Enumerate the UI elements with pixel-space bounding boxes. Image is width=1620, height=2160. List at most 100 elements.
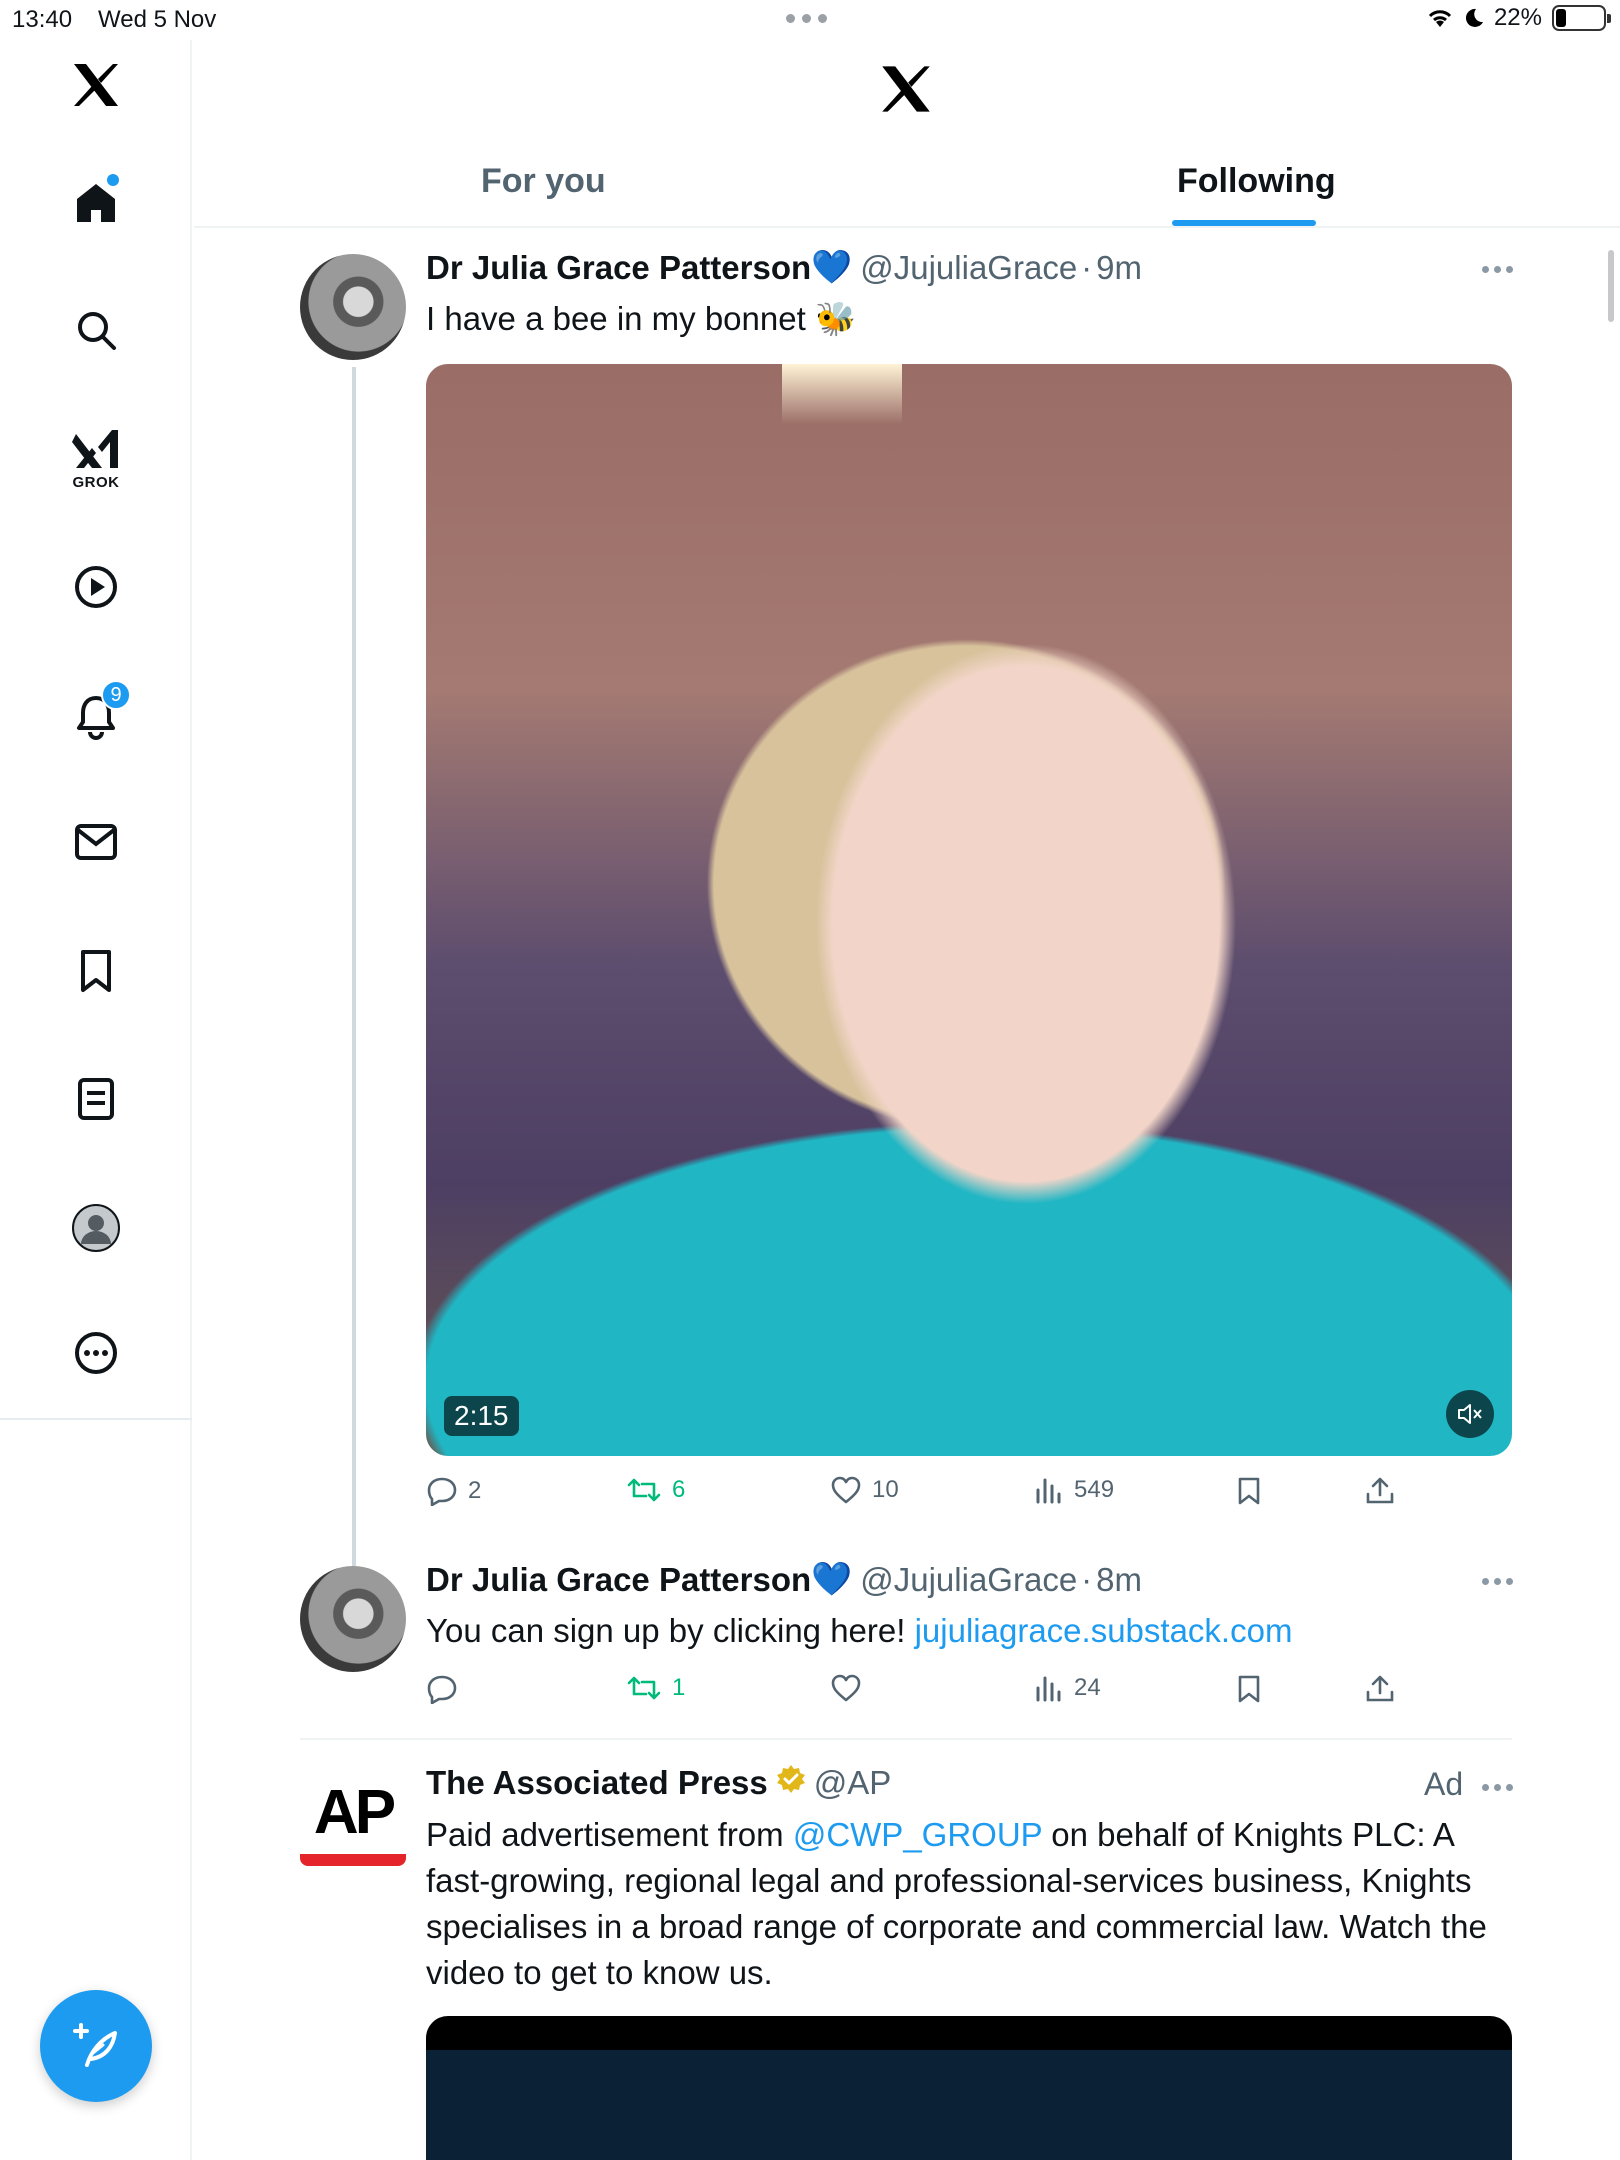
speaker-muted-icon [1458,1404,1482,1424]
analytics-icon [1036,1478,1061,1504]
views-button[interactable]: 549 [1034,1476,1114,1504]
ap-logo-text: AP [313,1778,396,1847]
tweet-text: You can sign up by clicking here! jujuli… [426,1608,1292,1654]
sidebar-item-search[interactable] [0,308,192,352]
tweet-more-icon[interactable] [1482,1578,1513,1585]
share-icon [1366,1477,1394,1504]
sidebar-item-grok[interactable]: GROK [0,428,192,491]
analytics-icon [1036,1676,1061,1702]
bookmark-icon [81,950,111,992]
sidebar-item-logo[interactable] [0,62,192,108]
scrollbar[interactable] [1608,250,1614,322]
tab-following[interactable]: Following [1177,162,1336,201]
tweet-video[interactable]: 2:15 [426,364,1512,1456]
author-handle[interactable]: @JujuliaGrace [860,249,1077,287]
tweet-text: Paid advertisement from @CWP_GROUP on be… [426,1812,1516,1996]
tweet-time[interactable]: 8m [1096,1561,1142,1599]
repost-count: 6 [672,1476,686,1503]
lists-icon [78,1078,114,1120]
x-logo-icon [74,64,118,106]
status-time: 13:40 [12,6,73,33]
dot-separator: · [1081,248,1093,286]
sidebar-item-videos[interactable] [0,564,192,610]
tweet-header: Dr Julia Grace Patterson 💙 @JujuliaGrace… [426,1560,1142,1599]
gold-verified-badge-icon [776,1764,806,1802]
substack-link[interactable]: jujuliagrace.substack.com [915,1612,1293,1649]
heart-icon [831,1476,861,1504]
search-icon [78,312,116,350]
thread-connector [352,367,356,1567]
sidebar-item-home[interactable] [0,174,192,226]
author-name[interactable]: Dr Julia Grace Patterson [426,1561,811,1599]
share-button[interactable] [1364,1674,1396,1704]
repost-button[interactable]: 1 [626,1674,685,1702]
bookmark-button[interactable] [1236,1476,1262,1506]
bee-emoji: 🐝 [814,300,857,337]
grok-label: GROK [72,474,120,491]
views-button[interactable]: 24 [1034,1674,1101,1702]
active-tab-indicator [1172,220,1316,226]
reply-count: 2 [468,1477,482,1504]
moon-icon [1465,8,1483,27]
compose-button[interactable] [40,1990,152,2102]
tweet-more-icon[interactable] [1482,1784,1513,1791]
notification-badge: 9 [101,680,131,710]
tweet-more-icon[interactable] [1482,266,1513,273]
tweet-text: I have a bee in my bonnet 🐝 [426,296,856,342]
multitasking-dots-icon[interactable] [786,14,827,23]
reply-button[interactable]: 2 [426,1476,481,1506]
sidebar-item-notifications[interactable]: 9 [0,680,192,740]
tweet-time[interactable]: 9m [1096,249,1142,287]
repost-icon [627,1478,661,1502]
status-date: Wed 5 Nov [98,6,217,33]
sidebar-item-bookmarks[interactable] [0,948,192,994]
video-play-icon [75,566,117,608]
author-handle[interactable]: @AP [814,1764,892,1802]
share-button[interactable] [1364,1476,1396,1506]
more-icon [75,1332,117,1374]
bookmark-button[interactable] [1236,1674,1262,1704]
sidebar-item-more[interactable] [0,1330,192,1376]
ad-video[interactable] [426,2016,1512,2160]
author-name[interactable]: The Associated Press [426,1764,768,1802]
avatar[interactable] [300,1566,406,1672]
header-x-logo[interactable] [879,64,933,119]
share-icon [1366,1675,1394,1702]
video-background-light [782,364,902,424]
sidebar-nav: GROK 9 [0,40,192,2160]
tweet-divider [300,1738,1512,1740]
author-name[interactable]: Dr Julia Grace Patterson [426,249,811,287]
tweet-header: Dr Julia Grace Patterson 💙 @JujuliaGrace… [426,248,1142,287]
bookmark-icon [1238,1675,1260,1703]
tab-for-you[interactable]: For you [481,162,606,201]
blue-heart-emoji: 💙 [811,1560,853,1597]
tweet-actions: 1 24 [426,1674,1426,1714]
tweet-actions: 2 6 10 549 [426,1476,1426,1516]
wifi-icon [1428,10,1452,27]
ap-logo[interactable]: AP [300,1782,406,1876]
tweet-text-body: I have a bee in my bonnet [426,300,806,337]
mention-link[interactable]: @CWP_GROUP [793,1816,1042,1853]
like-button[interactable] [830,1674,872,1702]
sidebar-item-messages[interactable] [0,822,192,862]
status-bar: 13:40 Wed 5 Nov 22% [0,0,1620,40]
reply-icon [427,1675,457,1704]
ad-text-prefix: Paid advertisement from [426,1816,793,1853]
like-count: 10 [872,1476,899,1503]
repost-button[interactable]: 6 [626,1476,685,1504]
like-button[interactable]: 10 [830,1476,899,1504]
repost-count: 1 [672,1674,686,1701]
reply-button[interactable] [426,1674,468,1704]
bookmark-icon [1238,1477,1260,1505]
ap-logo-bar [300,1854,406,1866]
author-handle[interactable]: @JujuliaGrace [860,1561,1077,1599]
sidebar-item-lists[interactable] [0,1076,192,1122]
tweet-text-body: You can sign up by clicking here! [426,1612,906,1649]
mute-button[interactable] [1446,1390,1494,1438]
profile-icon [72,1204,120,1252]
ad-label: Ad [1424,1766,1464,1802]
avatar[interactable] [300,254,406,360]
sidebar-item-profile[interactable] [0,1202,192,1254]
ad-video-frame [426,2050,1512,2160]
home-unread-dot [107,174,119,186]
